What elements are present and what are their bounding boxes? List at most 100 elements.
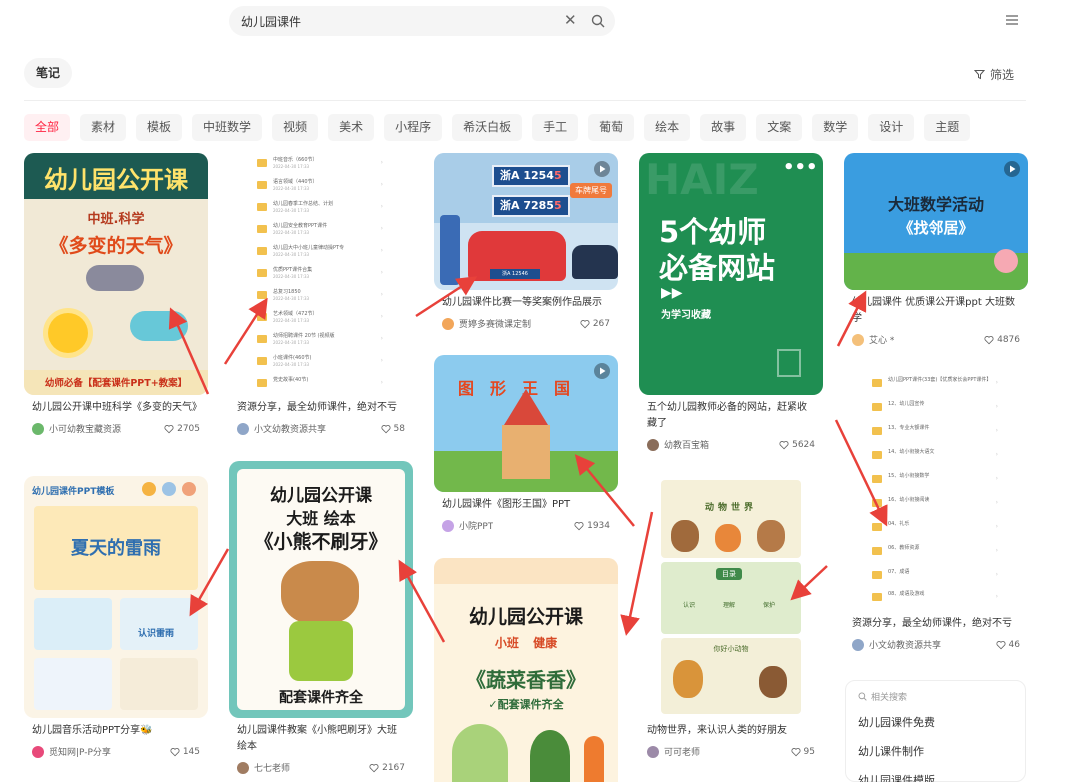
card-title[interactable]: 资源分享，最全幼师课件，绝对不亏 [229,400,413,416]
like-button[interactable]: 58 [381,424,405,434]
card-cover[interactable]: HAIZ ••• 5个幼师 必备网站 ▶▶ 为学习收藏 [639,153,823,395]
play-icon[interactable] [594,161,610,177]
like-button[interactable]: 1934 [574,521,610,531]
card-author[interactable]: 幼教百宝箱 [647,438,709,451]
like-button[interactable]: 5624 [779,440,815,450]
card-author[interactable]: 小文幼教资源共享 [852,638,941,651]
note-card[interactable]: 动物世界 目录 认识 理解 保护 你好小动物 动物世界，来认识人类的好朋友 可可… [639,476,823,758]
folder-name: 16、幼小衔接阅读 [888,497,930,503]
card-author[interactable]: 小文幼教资源共享 [237,422,326,435]
card-title[interactable]: 幼儿园音乐活动PPT分享🐝 [24,723,208,739]
chip-whiteboard[interactable]: 希沃白板 [452,114,523,141]
play-icon[interactable] [1004,161,1020,177]
filter-button[interactable]: 筛选 [974,66,1014,83]
folder-name: 08、成语及游戏 [888,591,925,597]
chip-picture-book[interactable]: 绘本 [644,114,691,141]
note-card[interactable]: 图形王国 幼儿园课件《图形王国》PPT 小院PPT 1934 [434,355,618,532]
card-cover[interactable]: 大班数学活动 《找邻居》 [844,153,1028,290]
card-title[interactable]: 资源分享，最全幼师课件，绝对不亏 [844,616,1028,632]
heart-icon [779,440,789,449]
card-author[interactable]: 七七老师 [237,761,290,774]
close-icon[interactable]: ✕ [564,11,577,29]
chip-all[interactable]: 全部 [24,114,71,141]
folder-date: 2022-04-30 17:33 [273,362,310,367]
card-cover[interactable]: 中班音乐（660节） 2022-04-30 17:33 › 语言领域（440节） 20… [229,153,413,395]
author-name: 艾心 * [869,336,895,346]
note-card[interactable]: 幼儿园公开课 大班 绘本 《小熊不刷牙》 配套课件齐全 幼儿园课件教案《小熊吧刷… [229,461,413,774]
chip-material[interactable]: 素材 [80,114,127,141]
search-small-icon [858,692,867,701]
card-cover[interactable]: 幼儿园课件PPT模板 夏天的雷雨 认识雷雨 [24,476,208,718]
more-icon[interactable]: ••• [783,157,818,178]
folder-date: 2022-04-30 17:33 [273,230,310,235]
search-icon[interactable] [591,14,605,28]
card-cover[interactable]: 浙A 12545 浙A 72855 车牌尾号 浙A 12546 [434,153,618,290]
card-cover[interactable]: 幼儿园公开课 小班 健康 《蔬菜香香》 ✓配套课件齐全 [434,558,618,782]
folder-icon [257,269,267,277]
chip-handcraft[interactable]: 手工 [532,114,579,141]
chip-video[interactable]: 视频 [272,114,319,141]
like-button[interactable]: 4876 [984,335,1020,345]
like-button[interactable]: 46 [996,640,1020,650]
lion-illustration [673,660,703,698]
chip-math[interactable]: 数学 [812,114,859,141]
chip-story[interactable]: 故事 [700,114,747,141]
chip-grape[interactable]: 葡萄 [588,114,635,141]
note-card[interactable]: 大班数学活动 《找邻居》 幼儿园课件 优质课公开课ppt 大班数学 艾心 * 4… [844,153,1028,346]
card-author[interactable]: 小院PPT [442,519,493,532]
related-search-item[interactable]: 幼儿园课件免费 [858,714,935,730]
author-name: 小文幼教资源共享 [254,425,327,435]
tab-notes[interactable]: 笔记 [24,58,73,88]
card-title[interactable]: 幼儿园课件 优质课公开课ppt 大班数学 [844,295,1028,327]
dark-car-illustration [572,245,618,279]
chip-template[interactable]: 模板 [136,114,183,141]
card-cover[interactable]: 幼儿园PPT课件(33套)【优质家长会PPT课件】 › 12、幼儿园宣传 › 13、… [844,369,1028,611]
card-cover[interactable]: 图形王国 [434,355,618,492]
note-card[interactable]: 幼儿园公开课 小班 健康 《蔬菜香香》 ✓配套课件齐全 [434,558,618,782]
chip-middle-math[interactable]: 中班数学 [192,114,263,141]
note-card[interactable]: 幼儿园公开课 中班.科学 《多变的天气》 幼师必备【配套课件PPT+教案】 幼儿… [24,153,208,435]
card-title[interactable]: 动物世界，来认识人类的好朋友 [639,723,823,739]
note-card[interactable]: 浙A 12545 浙A 72855 车牌尾号 浙A 12546 幼儿园课件比赛一… [434,153,618,330]
like-button[interactable]: 95 [791,747,815,757]
card-author[interactable]: 觅知网|P-P分享 [32,745,111,758]
related-search-item[interactable]: 幼儿课件制作 [858,743,924,759]
chip-theme[interactable]: 主题 [924,114,971,141]
card-author[interactable]: 艾心 * [852,333,894,346]
avatar [237,761,249,774]
avatar [442,519,454,532]
card-cover[interactable]: 幼儿园公开课 大班 绘本 《小熊不刷牙》 配套课件齐全 [229,461,413,718]
fox-illustration [715,524,741,552]
like-button[interactable]: 267 [580,319,610,329]
note-card[interactable]: HAIZ ••• 5个幼师 必备网站 ▶▶ 为学习收藏 五个幼儿园教师必备的网站… [639,153,823,451]
card-title[interactable]: 五个幼儿园教师必备的网站，赶紧收藏了 [639,400,823,432]
chevron-right-icon: › [995,571,998,578]
like-button[interactable]: 145 [170,747,200,757]
related-search-item[interactable]: 幼儿园课件模版 [858,772,935,782]
chevron-right-icon: › [995,451,998,458]
chevron-right-icon: › [380,225,383,232]
card-author[interactable]: 贾婷多赛微课定制 [442,317,531,330]
like-button[interactable]: 2705 [164,424,200,434]
note-card[interactable]: 中班音乐（660节） 2022-04-30 17:33 › 语言领域（440节） 20… [229,153,413,435]
chip-art[interactable]: 美术 [328,114,375,141]
card-title[interactable]: 幼儿园公开课中班科学《多变的天气》 [24,400,208,416]
card-title[interactable]: 幼儿园课件教案《小熊吧刷牙》大班绘本 [229,723,413,755]
card-author[interactable]: 可可老师 [647,745,700,758]
search-bar[interactable]: 幼儿园课件 ✕ [229,6,615,36]
menu-icon[interactable] [1004,13,1020,27]
play-icon[interactable] [594,363,610,379]
note-card[interactable]: 幼儿园PPT课件(33套)【优质家长会PPT课件】 › 12、幼儿园宣传 › 13、… [844,369,1028,651]
card-author[interactable]: 小可幼教宝藏资源 [32,422,121,435]
chip-mini-program[interactable]: 小程序 [384,114,443,141]
chip-copy[interactable]: 文案 [756,114,803,141]
note-card[interactable]: 幼儿园课件PPT模板 夏天的雷雨 认识雷雨 幼儿园音乐活动PPT分享🐝 觅知网|… [24,476,208,758]
card-cover[interactable]: 幼儿园公开课 中班.科学 《多变的天气》 幼师必备【配套课件PPT+教案】 [24,153,208,395]
card-cover[interactable]: 动物世界 目录 认识 理解 保护 你好小动物 [639,476,823,718]
search-input[interactable]: 幼儿园课件 [241,13,301,30]
chip-design[interactable]: 设计 [868,114,915,141]
card-title[interactable]: 幼儿园课件比赛一等奖案例作品展示 [434,295,618,311]
dot-decoration [182,482,196,496]
card-title[interactable]: 幼儿园课件《图形王国》PPT [434,497,618,513]
like-button[interactable]: 2167 [369,763,405,773]
